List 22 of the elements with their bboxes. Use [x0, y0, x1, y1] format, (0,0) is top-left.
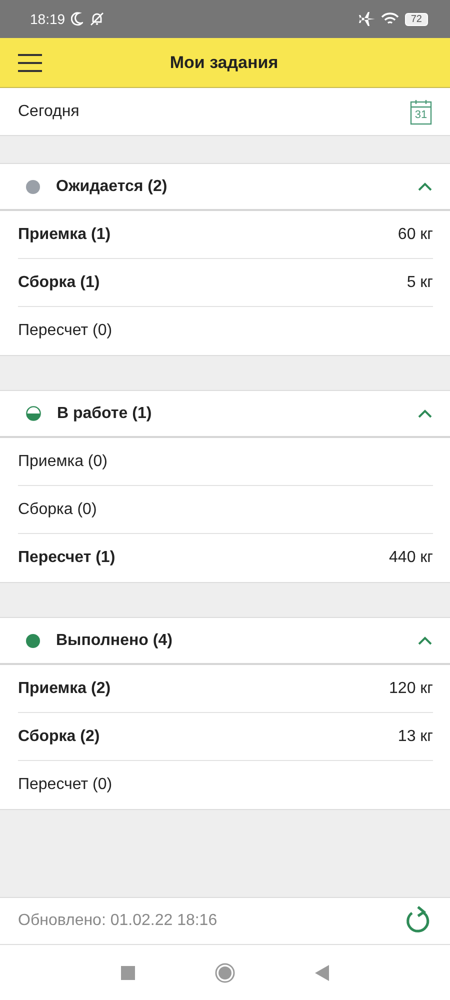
weight-value: 60 кг: [398, 226, 433, 244]
updated-timestamp: Обновлено: 01.02.22 18:16: [18, 912, 218, 930]
section-title: В работе (1): [57, 404, 153, 422]
battery-icon: 72: [404, 12, 428, 26]
section-title: Выполнено (4): [56, 632, 174, 650]
weight-value: 440 кг: [389, 549, 433, 567]
task-label[interactable]: Сборка (1): [18, 274, 100, 292]
weight-value: 13 кг: [398, 728, 433, 746]
task-label[interactable]: Приемка (1): [18, 226, 111, 244]
screen-title: Мои задания: [168, 52, 280, 72]
task-label[interactable]: Сборка (2): [18, 728, 100, 746]
clock: 18:19: [30, 11, 66, 27]
weight-value: 5 кг: [406, 274, 433, 292]
task-label[interactable]: Пересчет (0): [18, 322, 112, 340]
date-label: Сегодня: [18, 102, 80, 120]
task-label[interactable]: Приемка (0): [18, 452, 108, 470]
weight-value: 120 кг: [389, 680, 433, 698]
task-label[interactable]: Пересчет (0): [18, 776, 112, 794]
section-title: Ожидается (2): [56, 178, 168, 196]
task-label[interactable]: Пересчет (1): [18, 549, 116, 567]
task-label[interactable]: Приемка (2): [18, 680, 111, 698]
task-label[interactable]: Сборка (0): [18, 500, 97, 518]
